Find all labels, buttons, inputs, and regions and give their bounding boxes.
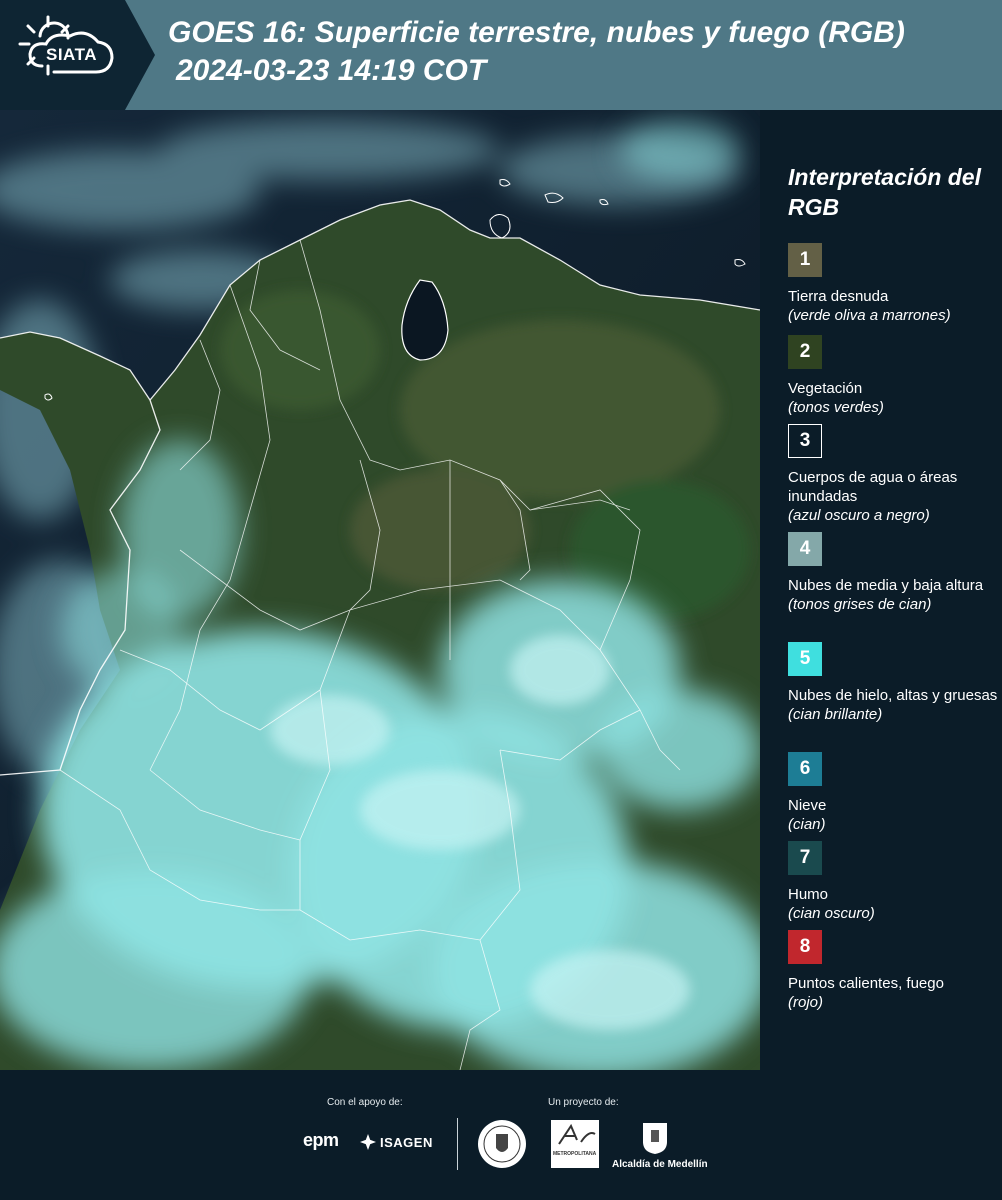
legend-title: Interpretación del RGB [788,164,981,220]
legend-swatch: 1 [788,243,822,277]
legend-swatch: 2 [788,335,822,369]
legend-item-low-clouds: 4 Nubes de media y baja altura (tonos gri… [788,532,998,614]
legend-item-vegetation: 2 Vegetación (tonos verdes) [788,335,998,417]
seal-icon [478,1120,526,1168]
siata-logo-text: SIATA [46,45,97,64]
isagen-icon [360,1134,376,1150]
legend-swatch: 7 [788,841,822,875]
legend-swatch: 5 [788,642,822,676]
legend-item-ice-clouds: 5 Nubes de hielo, altas y gruesas (cian b… [788,642,998,724]
legend-description: (cian brillante) [788,706,883,723]
legend-description: (tonos grises de cian) [788,596,932,613]
legend-item-bare-soil: 1 Tierra desnuda (verde oliva a marrones) [788,243,998,325]
alcaldia-logo-text: Alcaldía de Medellín [612,1159,708,1170]
legend-swatch: 4 [788,532,822,566]
project-label: Un proyecto de: [548,1097,619,1108]
legend-panel: Interpretación del RGB 1 Tierra desnuda (… [765,110,1002,1070]
legend-label: Nieve [788,797,827,814]
legend-label: Vegetación [788,380,863,397]
legend-description: (cian oscuro) [788,905,875,922]
isagen-logo: ISAGEN [380,1135,433,1150]
support-label: Con el apoyo de: [327,1097,403,1108]
footer-divider [457,1118,458,1170]
page-title: GOES 16: Superficie terrestre, nubes y f… [168,16,905,49]
legend-label: Tierra desnuda [788,288,889,305]
legend-swatch: 8 [788,930,822,964]
legend-description: (cian) [788,816,826,833]
legend-label: Nubes de media y baja altura [788,577,984,594]
area-metropolitana-icon [558,1123,596,1145]
legend-swatch: 3 [788,424,822,458]
siata-logo: SIATA [0,0,125,110]
legend-item-snow: 6 Nieve (cian) [788,752,998,834]
footer: Con el apoyo de: Un proyecto de: epm ISA… [0,1070,1002,1200]
legend-item-smoke: 7 Humo (cian oscuro) [788,841,998,923]
medellin-shield-icon [643,1123,667,1154]
legend-label: Puntos calientes, fuego [788,975,944,992]
legend-description: (rojo) [788,994,824,1011]
legend-label: Humo [788,886,829,903]
epm-logo: epm [303,1130,339,1150]
page-timestamp: 2024-03-23 14:19 COT [176,54,487,87]
logo-chevron [125,0,155,110]
legend-label: Nubes de hielo, altas y gruesas [788,687,998,704]
satellite-map [0,110,760,1070]
legend-swatch: 6 [788,752,822,786]
area-metropolitana-text: METROPOLITANA [553,1151,597,1157]
legend-description: (verde oliva a marrones) [788,307,951,324]
legend-label: Cuerpos de agua o áreas inundadas [788,469,958,505]
legend-item-fire: 8 Puntos calientes, fuego (rojo) [788,930,998,1012]
legend-description: (azul oscuro a negro) [788,507,930,524]
header-bar: SIATA GOES 16: Superficie terrestre, nub… [0,0,1002,110]
legend-item-water: 3 Cuerpos de agua o áreas inundadas (azul… [788,424,998,525]
legend-description: (tonos verdes) [788,399,884,416]
area-metropolitana-logo: METROPOLITANA [551,1120,599,1168]
